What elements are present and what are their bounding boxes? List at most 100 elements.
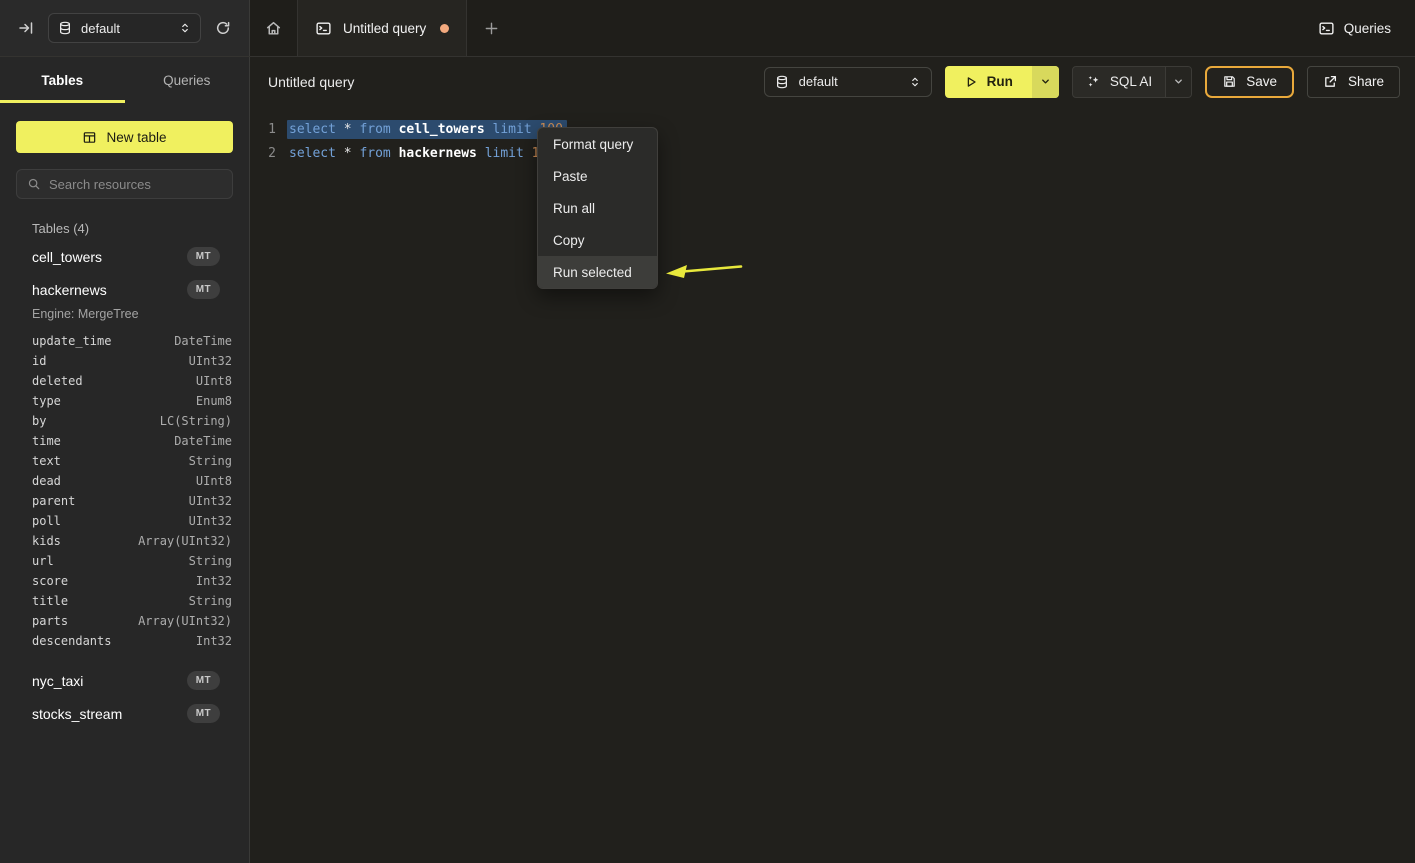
table-row[interactable]: stocks_stream MT xyxy=(0,697,249,730)
top-bar: default xyxy=(0,0,1415,57)
play-icon xyxy=(964,75,978,89)
home-icon xyxy=(265,20,282,37)
sparkles-icon xyxy=(1086,74,1101,89)
table-item: cell_towers MT xyxy=(0,240,249,273)
database-selector-toolbar[interactable]: default xyxy=(764,67,932,97)
column-name: id xyxy=(32,354,46,368)
home-button[interactable] xyxy=(250,0,297,56)
run-label: Run xyxy=(987,74,1013,89)
schema-column-row: poll UInt32 xyxy=(32,511,232,531)
share-button[interactable]: Share xyxy=(1307,66,1400,98)
code-token: select xyxy=(289,122,336,137)
run-button[interactable]: Run xyxy=(945,66,1059,98)
schema-column-row: url String xyxy=(32,551,232,571)
code-token: hackernews xyxy=(399,146,477,161)
column-type: String xyxy=(189,594,232,608)
sidebar-tab-queries[interactable]: Queries xyxy=(125,57,250,103)
sql-ai-button-main[interactable]: SQL AI xyxy=(1073,67,1165,97)
chevron-updown-icon xyxy=(179,22,191,34)
main-panel: Untitled query default xyxy=(250,57,1415,863)
schema-column-row: parent UInt32 xyxy=(32,491,232,511)
database-icon xyxy=(775,75,789,89)
database-icon xyxy=(58,21,72,35)
column-name: kids xyxy=(32,534,61,548)
column-name: title xyxy=(32,594,68,608)
sql-editor[interactable]: 1 select * from cell_towers limit 100 2 … xyxy=(250,106,1415,863)
column-name: score xyxy=(32,574,68,588)
table-badge: MT xyxy=(187,280,220,299)
table-badge: MT xyxy=(187,247,220,266)
code-token: from xyxy=(359,146,390,161)
table-item: stocks_stream MT xyxy=(0,697,249,730)
context-menu-item[interactable]: Format query xyxy=(538,128,657,160)
search-input[interactable] xyxy=(49,177,225,192)
table-engine: Engine: MergeTree xyxy=(0,306,249,328)
refresh-button[interactable] xyxy=(209,14,237,42)
sidebar-tab-tables[interactable]: Tables xyxy=(0,57,125,103)
schema-column-row: text String xyxy=(32,451,232,471)
column-type: Array(UInt32) xyxy=(138,614,232,628)
context-menu-item[interactable]: Copy xyxy=(538,224,657,256)
app-window: default xyxy=(0,0,1415,863)
new-table-label: New table xyxy=(106,130,166,145)
save-label: Save xyxy=(1246,74,1277,89)
new-table-button[interactable]: New table xyxy=(16,121,233,153)
table-row[interactable]: hackernews MT xyxy=(0,273,249,306)
table-grid-icon xyxy=(82,130,97,145)
column-type: Array(UInt32) xyxy=(138,534,232,548)
column-name: by xyxy=(32,414,46,428)
queries-panel-button[interactable]: Queries xyxy=(1294,0,1415,56)
column-name: poll xyxy=(32,514,61,528)
code-text: select * from hackernews limit 100 xyxy=(287,144,559,163)
column-type: DateTime xyxy=(174,434,232,448)
table-name: nyc_taxi xyxy=(32,673,83,689)
column-type: String xyxy=(189,454,232,468)
context-menu-item[interactable]: Run selected xyxy=(538,256,657,288)
table-row[interactable]: cell_towers MT xyxy=(0,240,249,273)
collapse-sidebar-button[interactable] xyxy=(12,14,40,42)
unsaved-indicator-dot xyxy=(440,24,449,33)
search-icon xyxy=(27,177,41,191)
share-label: Share xyxy=(1348,74,1384,89)
sql-ai-button[interactable]: SQL AI xyxy=(1072,66,1192,98)
code-token: cell_towers xyxy=(399,122,485,137)
save-button[interactable]: Save xyxy=(1205,66,1294,98)
schema-column-row: title String xyxy=(32,591,232,611)
table-item: hackernews MT Engine: MergeTree update_t… xyxy=(0,273,249,664)
new-tab-button[interactable] xyxy=(467,0,516,56)
column-name: update_time xyxy=(32,334,111,348)
code-line[interactable]: 2 select * from hackernews limit 100 xyxy=(250,141,1415,165)
tab-label: Untitled query xyxy=(343,21,426,36)
tab-strip: Untitled query Queries xyxy=(250,0,1415,56)
table-name: cell_towers xyxy=(32,249,102,265)
schema-column-row: score Int32 xyxy=(32,571,232,591)
column-type: Int32 xyxy=(196,634,232,648)
share-icon xyxy=(1323,74,1338,89)
line-number: 1 xyxy=(250,122,276,137)
column-type: Enum8 xyxy=(196,394,232,408)
run-dropdown-caret[interactable] xyxy=(1032,66,1059,98)
code-token: limit xyxy=(493,122,532,137)
refresh-icon xyxy=(215,20,231,36)
table-badge: MT xyxy=(187,704,220,723)
tab-untitled-query[interactable]: Untitled query xyxy=(297,0,467,56)
queries-terminal-icon xyxy=(1318,20,1335,37)
context-menu-item[interactable]: Run all xyxy=(538,192,657,224)
database-selector-topbar[interactable]: default xyxy=(48,13,201,43)
table-name: hackernews xyxy=(32,282,107,298)
schema-column-row: dead UInt8 xyxy=(32,471,232,491)
code-line[interactable]: 1 select * from cell_towers limit 100 xyxy=(250,117,1415,141)
schema-column-row: type Enum8 xyxy=(32,391,232,411)
table-row[interactable]: nyc_taxi MT xyxy=(0,664,249,697)
query-title: Untitled query xyxy=(268,74,354,90)
run-button-main[interactable]: Run xyxy=(945,66,1032,98)
sql-ai-dropdown-caret[interactable] xyxy=(1165,67,1191,97)
column-type: UInt32 xyxy=(189,494,232,508)
sidebar-tabs: Tables Queries xyxy=(0,57,249,103)
code-token: * xyxy=(344,122,352,137)
sidebar: Tables Queries New table xyxy=(0,57,250,863)
editor-lines: 1 select * from cell_towers limit 100 2 … xyxy=(250,117,1415,165)
context-menu-item[interactable]: Paste xyxy=(538,160,657,192)
chevron-updown-icon xyxy=(909,76,921,88)
editor-context-menu: Format query Paste Run all Copy Run sele… xyxy=(537,127,658,289)
